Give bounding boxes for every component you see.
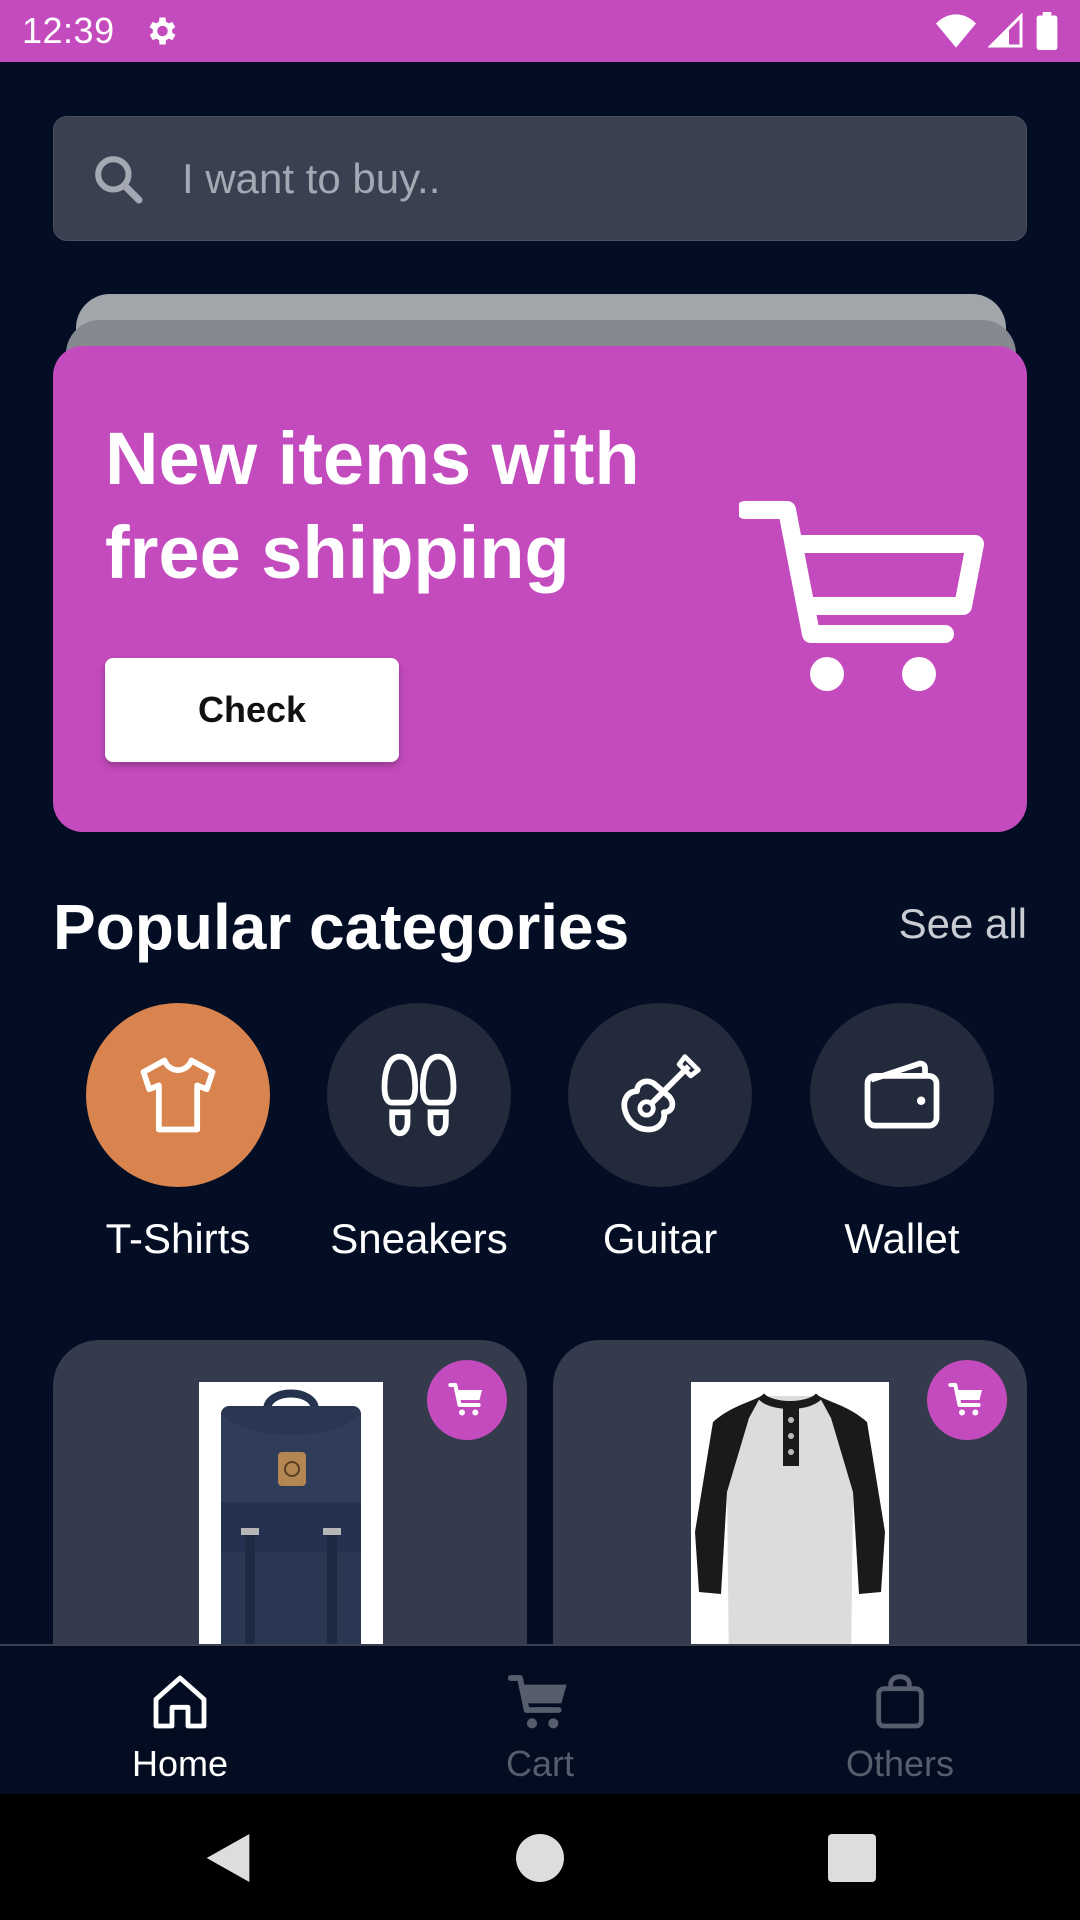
- tshirt-icon: [140, 1057, 216, 1133]
- backpack-image: [199, 1382, 383, 1680]
- check-button[interactable]: Check: [105, 658, 399, 762]
- category-circle[interactable]: [86, 1003, 270, 1187]
- see-all-link[interactable]: See all: [899, 900, 1027, 948]
- category-label: T-Shirts: [105, 1215, 251, 1262]
- product-image[interactable]: [691, 1382, 889, 1680]
- nav-item-others[interactable]: Others: [720, 1646, 1080, 1796]
- category-label: Wallet: [844, 1215, 960, 1262]
- guitar-icon: [621, 1054, 701, 1133]
- wifi-icon: [936, 14, 976, 48]
- cart-icon: [739, 501, 984, 691]
- nav-label-cart: Cart: [505, 1743, 574, 1784]
- search-input[interactable]: [182, 154, 942, 203]
- raglan-shirt-image: [691, 1382, 889, 1680]
- cart-icon: [507, 1675, 567, 1729]
- wallet-icon: [864, 1060, 940, 1129]
- category-circle[interactable]: [568, 1003, 752, 1187]
- bottom-navigation: Home Cart Others: [0, 1644, 1080, 1794]
- product-image[interactable]: [199, 1382, 383, 1680]
- recents-icon[interactable]: [820, 1826, 884, 1890]
- category-label: Sneakers: [330, 1215, 508, 1262]
- nav-item-cart[interactable]: Cart: [360, 1646, 720, 1796]
- add-to-cart-icon: [948, 1383, 982, 1416]
- category-guitar[interactable]: Guitar: [540, 1003, 780, 1263]
- category-wallet[interactable]: Wallet: [782, 1003, 1022, 1263]
- signal-icon: [988, 13, 1023, 48]
- banner-title-line-2: free shipping: [105, 511, 570, 594]
- bag-icon: [876, 1674, 924, 1729]
- gear-icon: [149, 17, 175, 45]
- category-circle[interactable]: [327, 1003, 511, 1187]
- nav-label-others: Others: [845, 1743, 955, 1784]
- category-sneakers[interactable]: Sneakers: [299, 1003, 539, 1263]
- add-to-cart-button[interactable]: [427, 1360, 507, 1440]
- search-bar[interactable]: [53, 116, 1027, 241]
- product-card-shirt[interactable]: [553, 1340, 1027, 1680]
- category-circle[interactable]: [810, 1003, 994, 1187]
- category-label: Guitar: [602, 1215, 718, 1262]
- add-to-cart-button[interactable]: [927, 1360, 1007, 1440]
- category-tshirts[interactable]: T-Shirts: [58, 1003, 298, 1263]
- categories-title: Popular categories: [53, 891, 630, 963]
- system-navigation-bar: [0, 1794, 1080, 1920]
- banner-title: New items with free shipping: [105, 412, 725, 600]
- app-screen: 12:39 New items with: [0, 0, 1080, 1920]
- status-bar: 12:39: [0, 0, 1080, 62]
- footprints-icon: [381, 1053, 457, 1137]
- status-icons: [936, 12, 1058, 50]
- search-icon: [95, 155, 143, 203]
- status-time: 12:39: [22, 10, 115, 51]
- promo-banner[interactable]: New items with free shipping Check: [53, 346, 1027, 832]
- nav-label-home: Home: [131, 1743, 229, 1784]
- battery-icon: [1036, 12, 1058, 50]
- back-icon[interactable]: [196, 1826, 260, 1890]
- product-card-backpack[interactable]: [53, 1340, 527, 1680]
- banner-title-line-1: New items with: [105, 417, 640, 500]
- home-circle-icon[interactable]: [508, 1826, 572, 1890]
- home-icon: [153, 1675, 207, 1729]
- nav-item-home[interactable]: Home: [0, 1646, 360, 1796]
- add-to-cart-icon: [448, 1383, 482, 1416]
